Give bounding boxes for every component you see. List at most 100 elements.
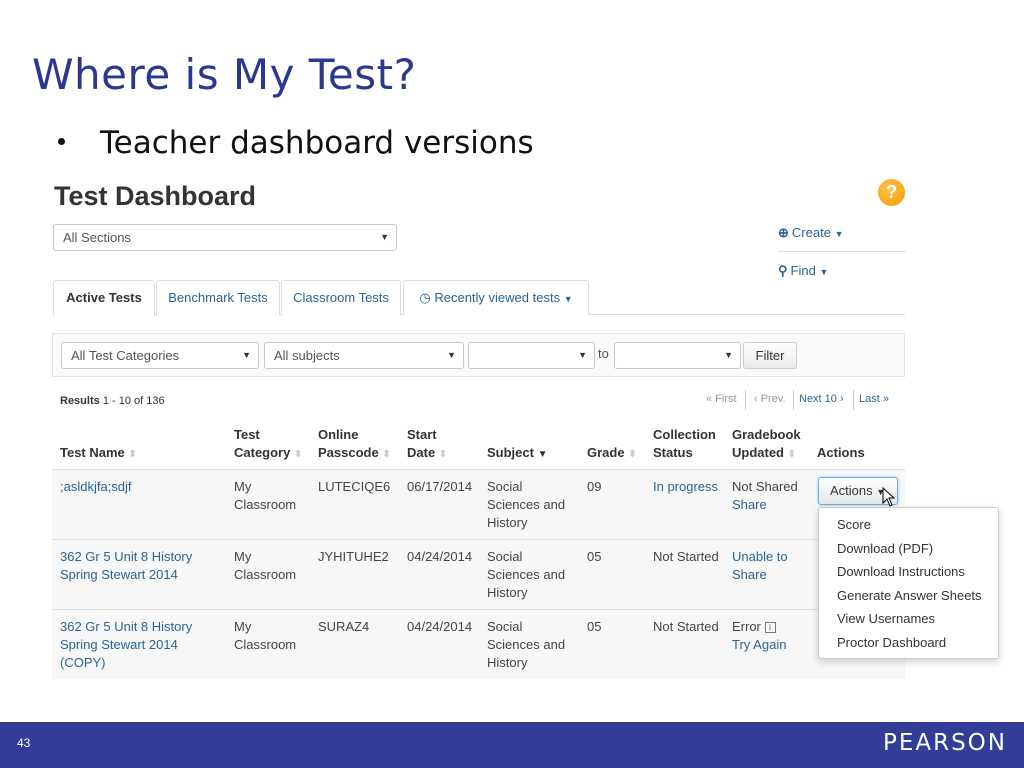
results-count: Results 1 - 10 of 136 (60, 395, 165, 407)
col-status-label-1: Collection (653, 427, 716, 442)
subject-line: History (487, 585, 528, 600)
pager-next[interactable]: Next 10 › (799, 393, 844, 405)
tab-active-tests[interactable]: Active Tests (53, 280, 155, 316)
col-date-label-2: Date (407, 445, 436, 460)
test-name-link[interactable]: ;asldkjfa;sdjf (60, 478, 132, 496)
subject-line: Social (487, 619, 523, 634)
slide-title: Where is My Test? (32, 50, 417, 99)
filter-bar: All Test Categories ▼ All subjects ▼ ▼ t… (52, 333, 905, 377)
col-test-name[interactable]: Test Name ⬍ (60, 444, 137, 464)
date-to-select[interactable]: ▼ (614, 342, 741, 369)
col-subject[interactable]: Subject ▼ (487, 444, 548, 464)
results-label: Results (60, 395, 100, 407)
pager-prev: ‹ Prev. (754, 393, 786, 405)
caret-down-icon: ▼ (834, 229, 844, 239)
tab-recently-viewed[interactable]: ◷ Recently viewed tests ▼ (403, 280, 589, 315)
col-grade[interactable]: Grade ⬍ (587, 444, 637, 464)
gradebook-line: Share (732, 567, 767, 582)
col-passcode-label-2: Passcode (318, 445, 379, 460)
category-line: Classroom (234, 497, 297, 512)
subject: Social Sciences and History (487, 478, 565, 532)
sort-icon: ⬍ (128, 449, 137, 460)
col-test-name-label: Test Name (60, 445, 125, 460)
subject-select[interactable]: All subjects ▼ (264, 342, 464, 369)
online-passcode: LUTECIQE6 (318, 479, 391, 494)
col-subject-label: Subject (487, 445, 534, 460)
test-name-link[interactable]: 362 Gr 5 Unit 8 History Spring Stewart 20… (60, 618, 192, 672)
pager-last[interactable]: Last » (859, 393, 889, 405)
subject-line: Sciences and (487, 497, 566, 512)
col-online-passcode[interactable]: Online Passcode ⬍ (318, 426, 391, 464)
col-gradebook-label-1: Gradebook (732, 427, 801, 442)
tab-benchmark-tests[interactable]: Benchmark Tests (156, 280, 280, 315)
test-tabs: Active Tests Benchmark Tests Classroom T… (52, 280, 905, 316)
start-date: 06/17/2014 (407, 479, 473, 494)
category-select-value: All Test Categories (71, 348, 180, 363)
to-label: to (598, 346, 609, 361)
collection-status: Not Started (653, 619, 719, 634)
test-category: My Classroom (234, 478, 296, 514)
subject-line: Social (487, 549, 523, 564)
sort-icon: ⬍ (382, 449, 391, 460)
col-collection-status[interactable]: Collection Status (653, 426, 716, 462)
gradebook-status: Error i (732, 618, 776, 636)
gradebook-line: Unable to (732, 549, 788, 564)
subject: Social Sciences and History (487, 618, 565, 672)
search-icon: ⚲ (778, 263, 788, 278)
slide-footer: 43 PEARSON (0, 722, 1024, 768)
online-passcode: JYHITUHE2 (318, 549, 389, 564)
test-name-link[interactable]: 362 Gr 5 Unit 8 History Spring Stewart 20… (60, 548, 192, 584)
chevron-down-icon: ▼ (724, 350, 733, 360)
subject-line: Sciences and (487, 637, 566, 652)
chevron-down-icon: ▼ (380, 232, 389, 242)
bullet-text: Teacher dashboard versions (100, 125, 534, 161)
sections-select[interactable]: All Sections ▼ (53, 224, 397, 251)
pager-first: « First (706, 393, 737, 405)
chevron-down-icon: ▼ (447, 350, 456, 360)
grade: 05 (587, 619, 602, 634)
col-test-category-label-2: Category (234, 445, 291, 460)
test-name-line: Spring Stewart 2014 (60, 637, 178, 652)
grade: 05 (587, 549, 602, 564)
info-icon[interactable]: i (764, 622, 776, 634)
create-dropdown[interactable]: ⊕ Create ▼ (778, 225, 843, 241)
col-date-label-1: Start (407, 427, 437, 442)
sort-icon: ⬍ (787, 449, 797, 460)
test-name-line: (COPY) (60, 655, 106, 670)
category-line: My (234, 549, 252, 564)
col-gradebook-updated[interactable]: Gradebook Updated ⬍ (732, 426, 801, 464)
date-from-select[interactable]: ▼ (468, 342, 595, 369)
test-category: My Classroom (234, 548, 296, 584)
col-gradebook-label-2: Updated (732, 445, 784, 460)
menu-item-view-usernames[interactable]: View Usernames (837, 611, 935, 626)
subject: Social Sciences and History (487, 548, 565, 602)
menu-item-download-pdf[interactable]: Download (PDF) (837, 541, 933, 556)
try-again-link[interactable]: Try Again (732, 636, 786, 654)
col-start-date[interactable]: Start Date ⬍ (407, 426, 447, 464)
unable-to-share-link[interactable]: Unable to Share (732, 548, 788, 584)
filter-button[interactable]: Filter (743, 342, 797, 369)
pearson-logo: PEARSON (882, 730, 1007, 756)
test-category: My Classroom (234, 618, 296, 654)
tab-classroom-tests[interactable]: Classroom Tests (281, 280, 401, 315)
menu-item-score[interactable]: Score (837, 517, 871, 532)
category-line: My (234, 619, 252, 634)
menu-item-proctor-dashboard[interactable]: Proctor Dashboard (837, 635, 946, 650)
menu-item-generate-answer-sheets[interactable]: Generate Answer Sheets (837, 588, 982, 603)
menu-item-download-instructions[interactable]: Download Instructions (837, 564, 965, 579)
mouse-cursor-icon (882, 486, 896, 512)
subject-line: History (487, 655, 528, 670)
subject-line: History (487, 515, 528, 530)
share-link[interactable]: Share (732, 496, 767, 514)
caret-down-icon: ▼ (819, 267, 829, 277)
clock-icon: ◷ (419, 290, 431, 305)
start-date: 04/24/2014 (407, 549, 473, 564)
help-icon[interactable]: ? (878, 179, 905, 206)
find-dropdown[interactable]: ⚲ Find ▼ (778, 263, 828, 279)
col-test-category[interactable]: Test Category ⬍ (234, 426, 302, 464)
collection-status-link[interactable]: In progress (653, 478, 718, 496)
category-select[interactable]: All Test Categories ▼ (61, 342, 259, 369)
collection-status: Not Started (653, 549, 719, 564)
subject-select-value: All subjects (274, 348, 340, 363)
sort-icon: ⬍ (438, 449, 448, 460)
